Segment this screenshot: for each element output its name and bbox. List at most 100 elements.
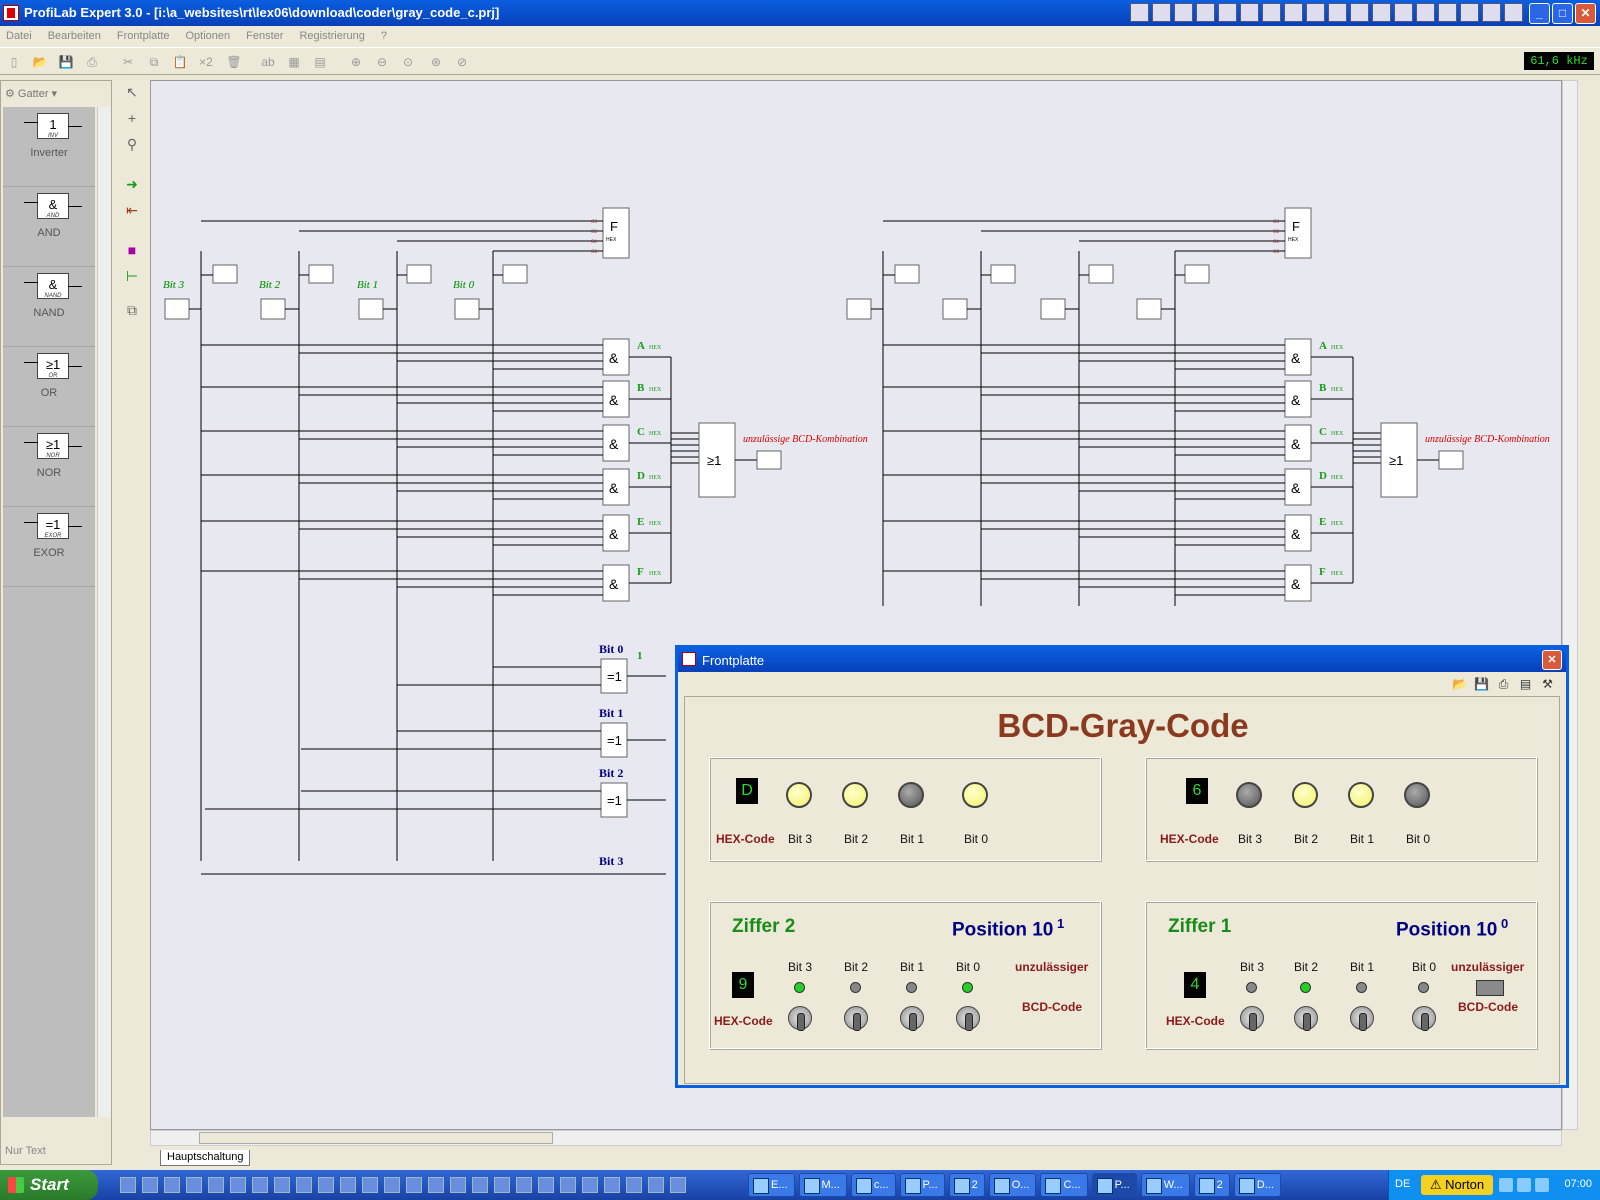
quicklaunch-icon[interactable] [120,1177,136,1193]
quicklaunch-icon[interactable] [252,1177,268,1193]
quicklaunch-icon[interactable] [516,1177,532,1193]
delete-icon[interactable]: 🗑 [226,54,242,70]
led-indicator[interactable] [894,264,920,284]
tray-icon[interactable] [1535,1178,1549,1192]
bit-toggle-switch[interactable] [844,1006,868,1031]
zoom-reset-icon[interactable]: ⊘ [454,54,470,70]
menu-item[interactable]: Datei [6,30,32,42]
quick-icon[interactable] [1372,3,1391,22]
quicklaunch-icon[interactable] [538,1177,554,1193]
quicklaunch-icon[interactable] [560,1177,576,1193]
color-icon[interactable]: ■ [122,242,142,262]
error-led[interactable] [1438,450,1464,470]
save-icon[interactable]: 💾 [58,54,74,70]
quicklaunch-icon[interactable] [296,1177,312,1193]
sheet-tab[interactable]: Hauptschaltung [160,1150,251,1166]
quicklaunch-icon[interactable] [626,1177,642,1193]
bit-toggle-switch[interactable] [900,1006,924,1031]
tray-icon[interactable] [1517,1178,1531,1192]
bit-toggle-switch[interactable] [1412,1006,1436,1031]
taskbar-button[interactable]: P... [899,1173,945,1197]
menu-item[interactable]: Bearbeiten [48,30,101,42]
quicklaunch-icon[interactable] [472,1177,488,1193]
gate-nor[interactable]: ≥1 NOR NOR [3,427,95,507]
zoom-fit-icon[interactable]: ⊙ [400,54,416,70]
minimize-button[interactable]: _ [1529,3,1550,24]
quicklaunch-icon[interactable] [406,1177,422,1193]
zoom-all-icon[interactable]: ⊛ [428,54,444,70]
quicklaunch-icon[interactable] [604,1177,620,1193]
quicklaunch-icon[interactable] [450,1177,466,1193]
taskbar-button[interactable]: 2 [1193,1173,1230,1197]
taskbar-button[interactable]: M... [798,1173,847,1197]
junction-icon[interactable]: + [122,110,142,130]
quicklaunch-icon[interactable] [362,1177,378,1193]
bit-toggle-switch[interactable] [956,1006,980,1031]
led-indicator[interactable] [990,264,1016,284]
quick-icon[interactable] [1394,3,1413,22]
quicklaunch-icon[interactable] [494,1177,510,1193]
gate-exor[interactable]: =1 EXOR EXOR [3,507,95,587]
bit-toggle-switch[interactable] [1294,1006,1318,1031]
save-icon[interactable]: 💾 [1473,677,1490,693]
quicklaunch-icon[interactable] [318,1177,334,1193]
quicklaunch-icon[interactable] [186,1177,202,1193]
run-arrow-icon[interactable]: ➜ [122,176,142,196]
bit-toggle-switch[interactable] [1350,1006,1374,1031]
led-indicator[interactable] [212,264,238,284]
quicklaunch-icon[interactable] [230,1177,246,1193]
taskbar-button[interactable]: W... [1140,1173,1190,1197]
list-icon[interactable]: ▤ [312,54,328,70]
led-indicator[interactable] [406,264,432,284]
taskbar-button[interactable]: c... [850,1173,896,1197]
cut-icon[interactable]: ✂ [120,54,136,70]
quick-icon[interactable] [1482,3,1501,22]
switch[interactable] [1040,298,1066,320]
quick-icon[interactable] [1196,3,1215,22]
quick-icon[interactable] [1306,3,1325,22]
switch[interactable] [942,298,968,320]
gate-nand[interactable]: & NAND NAND [3,267,95,347]
menu-item[interactable]: ? [381,30,387,42]
language-indicator[interactable]: DE [1395,1178,1410,1190]
quick-icon[interactable] [1262,3,1281,22]
open-icon[interactable]: 📂 [32,54,48,70]
scroll-thumb[interactable] [199,1132,553,1144]
quick-icon[interactable] [1152,3,1171,22]
maximize-button[interactable]: □ [1552,3,1573,24]
quicklaunch-icon[interactable] [274,1177,290,1193]
taskbar-button[interactable]: 2 [948,1173,985,1197]
switch[interactable] [454,298,480,320]
quicklaunch-icon[interactable] [384,1177,400,1193]
close-button[interactable]: ✕ [1575,3,1596,24]
norton-tray-button[interactable]: ⚠ Norton [1421,1175,1493,1195]
taskbar-button[interactable]: C... [1040,1173,1088,1197]
gate-and[interactable]: & AND AND [3,187,95,267]
led-indicator[interactable] [502,264,528,284]
quicklaunch-icon[interactable] [142,1177,158,1193]
quick-icon[interactable] [1504,3,1523,22]
led-indicator[interactable] [1088,264,1114,284]
taskbar-button[interactable]: P... [1091,1173,1137,1197]
close-button[interactable]: ✕ [1542,650,1562,670]
new-icon[interactable]: ▯ [6,54,22,70]
led-indicator[interactable] [308,264,334,284]
quicklaunch-icon[interactable] [428,1177,444,1193]
bit-toggle-switch[interactable] [788,1006,812,1031]
menu-item[interactable]: Fenster [246,30,283,42]
switch[interactable] [1136,298,1162,320]
quicklaunch-icon[interactable] [208,1177,224,1193]
grid-icon[interactable]: ▦ [286,54,302,70]
led-indicator[interactable] [1184,264,1210,284]
text-icon[interactable]: ab [260,54,276,70]
paste-icon[interactable]: ▤ [1517,677,1534,693]
canvas-horizontal-scrollbar[interactable] [150,1130,1562,1146]
menu-item[interactable]: Frontplatte [117,30,170,42]
quick-icon[interactable] [1438,3,1457,22]
gate-inverter[interactable]: 1 INV Inverter [3,107,95,187]
magnifier-icon[interactable]: ⚲ [122,136,142,156]
gate-or[interactable]: ≥1 OR OR [3,347,95,427]
quick-icon[interactable] [1460,3,1479,22]
menu-item[interactable]: Registrierung [299,30,364,42]
quick-icon[interactable] [1328,3,1347,22]
